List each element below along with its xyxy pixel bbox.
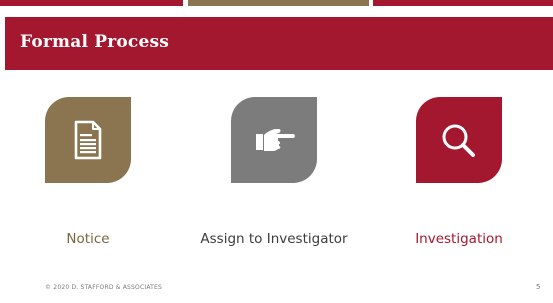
top-accent-bar-center [188, 0, 369, 6]
slide-title: Formal Process [20, 32, 170, 52]
top-accent-bar-right [373, 0, 553, 6]
assign-label: Assign to Investigator [200, 231, 348, 247]
magnifier-icon [442, 124, 475, 157]
page-number: 5 [536, 283, 541, 291]
title-banner: Formal Process [5, 17, 553, 70]
notice-label: Notice [66, 231, 110, 247]
notice-tile [45, 97, 131, 183]
top-accent-bar-left [0, 0, 183, 6]
assign-tile [231, 97, 317, 183]
investigation-label: Investigation [415, 231, 503, 247]
pointing-hand-icon [256, 129, 295, 151]
investigation-tile [416, 97, 502, 183]
document-icon [74, 120, 102, 160]
copyright-footer: © 2020 D. STAFFORD & ASSOCIATES [45, 284, 163, 291]
